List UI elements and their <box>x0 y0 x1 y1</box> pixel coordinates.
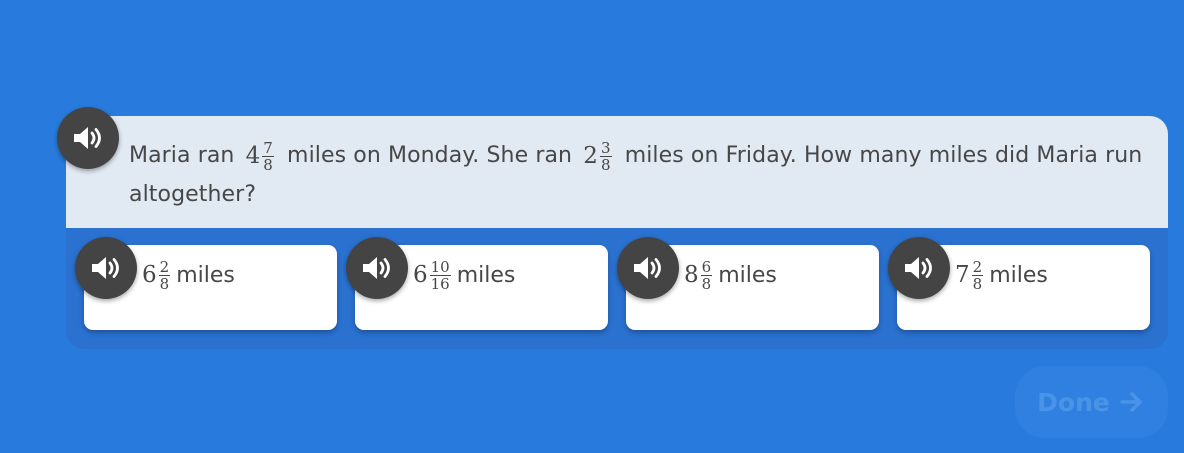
question-suffix: miles on Friday. How many miles did Mari… <box>129 143 1143 207</box>
choice-label: 628 miles <box>142 259 235 292</box>
mixed-number: 6 10 16 <box>413 259 451 292</box>
speaker-icon <box>634 257 661 279</box>
mixed-number: 728 <box>955 258 984 293</box>
mixed-number-friday: 238 <box>583 138 612 174</box>
done-button[interactable]: Done <box>1015 366 1168 438</box>
denominator: 16 <box>430 275 450 293</box>
question-text: Maria ran 478 miles on Monday. She ran 2… <box>129 136 1159 214</box>
whole-number: 4 <box>245 142 261 169</box>
question-prefix: Maria ran <box>129 143 235 168</box>
speaker-icon <box>363 257 390 279</box>
denominator: 8 <box>159 275 170 293</box>
numerator: 2 <box>159 258 170 276</box>
whole-number: 6 <box>142 262 157 288</box>
whole-number: 2 <box>583 142 598 169</box>
mixed-number: 628 <box>142 258 171 293</box>
numerator: 10 <box>430 258 450 276</box>
unit-label: miles <box>718 263 777 288</box>
mixed-number-monday: 478 <box>246 140 274 173</box>
numerator: 7 <box>263 138 273 157</box>
question-middle: miles on Monday. She ran <box>287 143 573 168</box>
mixed-number: 868 <box>684 258 713 293</box>
question-speaker-button[interactable] <box>57 107 119 169</box>
choice-label: 6 10 16 miles <box>413 259 515 292</box>
choice-label: 868 miles <box>684 259 777 292</box>
denominator: 8 <box>701 275 712 293</box>
choice-2-speaker-button[interactable] <box>346 237 408 299</box>
denominator: 8 <box>972 275 983 293</box>
speaker-icon <box>905 257 932 279</box>
denominator: 8 <box>600 155 611 174</box>
unit-label: miles <box>456 263 516 288</box>
speaker-icon <box>74 127 101 149</box>
choice-4-speaker-button[interactable] <box>888 237 950 299</box>
numerator: 3 <box>600 138 611 157</box>
choice-1-speaker-button[interactable] <box>75 237 137 299</box>
unit-label: miles <box>989 263 1048 288</box>
whole-number: 7 <box>955 262 970 288</box>
choice-label: 728 miles <box>955 259 1048 292</box>
done-label: Done <box>1037 387 1110 417</box>
question-box: Maria ran 478 miles on Monday. She ran 2… <box>66 116 1168 228</box>
choice-3-speaker-button[interactable] <box>617 237 679 299</box>
arrow-right-icon <box>1120 392 1142 412</box>
unit-label: miles <box>176 263 235 288</box>
denominator: 8 <box>263 155 273 174</box>
speaker-icon <box>92 257 119 279</box>
numerator: 6 <box>701 258 712 276</box>
whole-number: 6 <box>413 262 428 288</box>
whole-number: 8 <box>684 262 699 288</box>
numerator: 2 <box>972 258 983 276</box>
